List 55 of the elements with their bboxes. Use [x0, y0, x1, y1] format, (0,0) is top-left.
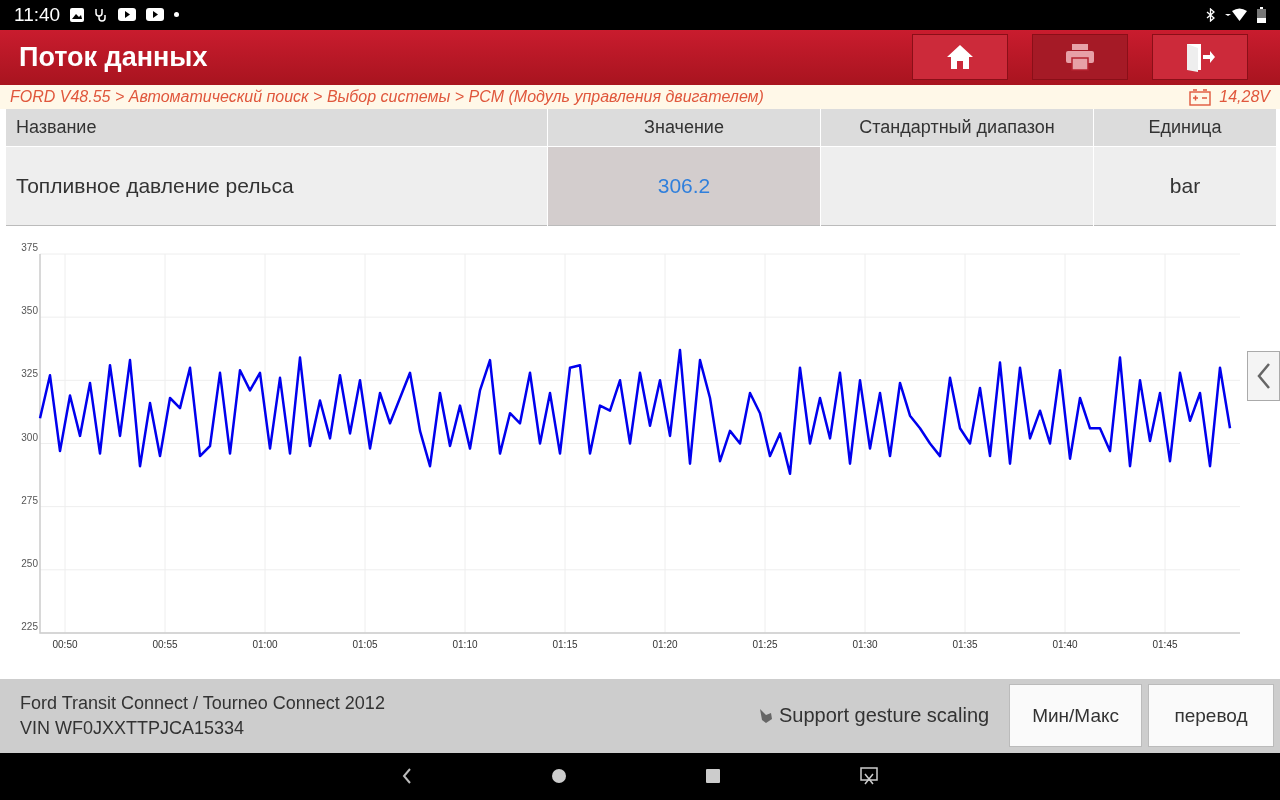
- hand-icon: [759, 707, 773, 724]
- axis-tick-label: 250: [21, 558, 38, 570]
- battery-icon: [1189, 88, 1212, 106]
- printer-icon: [1065, 43, 1095, 72]
- exit-button[interactable]: [1152, 34, 1248, 81]
- recents-icon[interactable]: [706, 769, 720, 784]
- home-button[interactable]: [912, 34, 1008, 81]
- side-panel-button[interactable]: [1247, 351, 1280, 402]
- column-header: Название: [6, 109, 547, 147]
- video-icon: [146, 8, 165, 22]
- axis-tick-label: 01:05: [352, 639, 378, 651]
- axis-tick-label: 00:55: [152, 639, 178, 651]
- axis-tick-label: 375: [21, 242, 38, 254]
- footer-button[interactable]: перевод: [1148, 684, 1274, 748]
- axis-tick-label: 01:30: [852, 639, 878, 651]
- axis-tick-label: 01:40: [1052, 639, 1078, 651]
- table-cell: bar: [1094, 147, 1276, 227]
- breadcrumb-path: FORD V48.55 > Автоматический поиск > Выбор системы > PCM (Модуль управления двигателем): [10, 88, 765, 107]
- bluetooth-icon: [1206, 7, 1215, 22]
- page-title: Поток данных: [19, 41, 209, 73]
- axis-tick-label: 01:35: [952, 639, 978, 651]
- dot-icon: [174, 12, 180, 18]
- axis-tick-label: 01:20: [652, 639, 678, 651]
- axis-tick-label: 325: [21, 368, 38, 380]
- axis-tick-label: 00:50: [52, 639, 78, 651]
- axis-tick-label: 01:15: [552, 639, 578, 651]
- axis-tick-label: 01:25: [752, 639, 778, 651]
- home-icon[interactable]: [552, 769, 566, 784]
- axis-tick-label: 300: [21, 431, 38, 443]
- battery-icon: [1257, 6, 1266, 23]
- gesture-hint: Support gesture scaling: [779, 704, 990, 728]
- back-icon[interactable]: [402, 768, 412, 785]
- vehicle-name: Ford Transit Connect / Tourneo Connect 2012: [20, 692, 386, 714]
- image-icon: [70, 7, 85, 22]
- chevron-left-icon: [1256, 362, 1271, 391]
- axis-tick-label: 01:00: [252, 639, 278, 651]
- home-icon: [946, 44, 974, 71]
- column-header: Единица: [1094, 109, 1276, 147]
- axis-tick-label: 350: [21, 305, 38, 317]
- screenshot-icon[interactable]: [860, 767, 878, 786]
- status-time: 11:40: [14, 3, 61, 26]
- video-icon: [118, 8, 137, 22]
- axis-tick-label: 225: [21, 621, 38, 633]
- table-cell[interactable]: Топливное давление рельса: [6, 147, 547, 227]
- column-header: Значение: [548, 109, 820, 147]
- vin-number: VIN WF0JXXTTPJCA15334: [20, 717, 246, 739]
- exit-icon: [1184, 42, 1216, 73]
- footer-button[interactable]: Мин/Макс: [1009, 684, 1142, 748]
- battery-voltage: 14,28V: [1219, 88, 1270, 107]
- column-header: Стандартный диапазон: [821, 109, 1093, 147]
- axis-tick-label: 275: [21, 495, 38, 507]
- wifi-icon: [1225, 7, 1247, 22]
- axis-tick-label: 01:10: [452, 639, 478, 651]
- axis-tick-label: 01:45: [1152, 639, 1178, 651]
- stethoscope-icon: [94, 7, 109, 22]
